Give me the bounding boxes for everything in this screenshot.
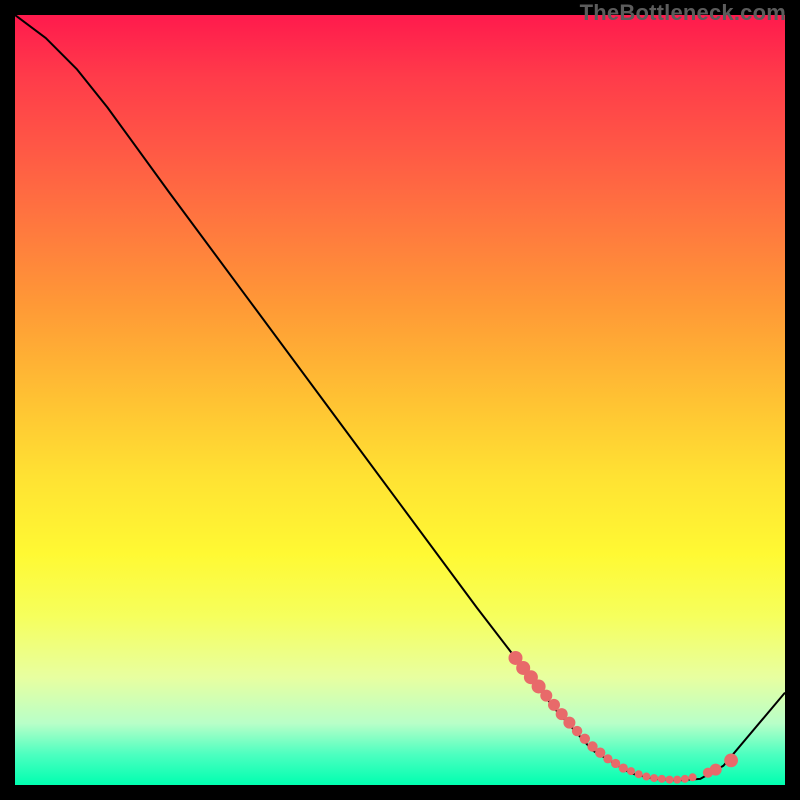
plot-gradient-background [15,15,785,785]
watermark-text: TheBottleneck.com [580,0,786,26]
chart-stage: TheBottleneck.com [0,0,800,800]
